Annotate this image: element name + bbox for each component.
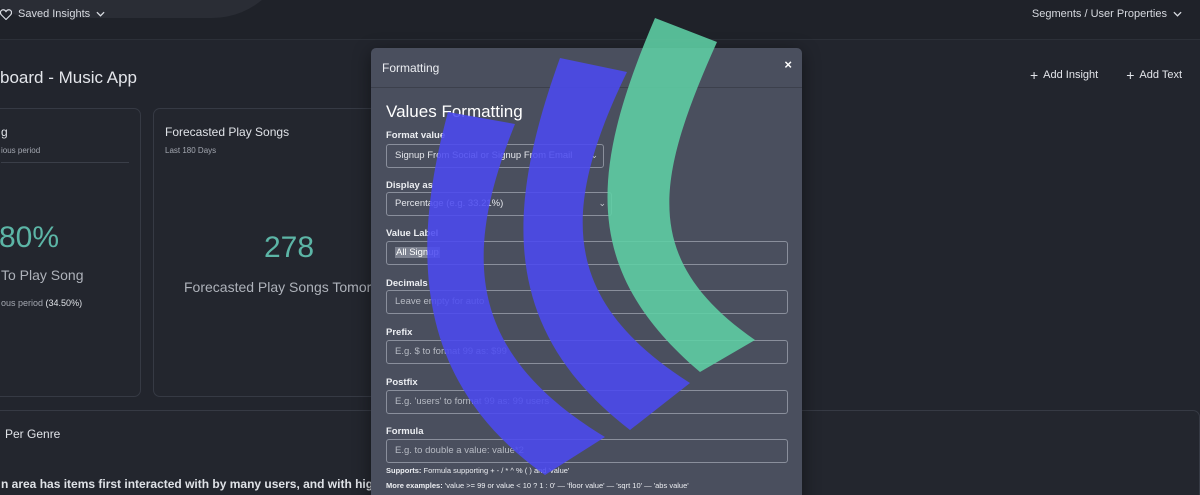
card-subtitle: Last 180 Days: [165, 146, 217, 155]
display-as-select[interactable]: Percentage (e.g. 33.21%) ⌄: [386, 192, 612, 216]
modal-header: Formatting ×: [371, 48, 802, 88]
decimals-label: Decimals: [386, 278, 428, 289]
insight-card-forecast[interactable]: Forecasted Play Songs Last 180 Days 278 …: [153, 108, 383, 397]
chevron-down-icon: ⌄: [590, 150, 598, 160]
chevron-down-icon: [96, 11, 105, 17]
card-subtitle: ious period: [1, 146, 41, 155]
format-value-label: Format value: [386, 130, 446, 141]
add-insight-label: Add Insight: [1043, 69, 1099, 81]
display-as-selected: Percentage (e.g. 33.21%): [395, 198, 504, 209]
supports-label: Supports:: [386, 466, 422, 475]
chevron-down-icon: ⌄: [598, 198, 606, 208]
plus-icon: +: [1029, 67, 1039, 83]
formula-supports-note: Supports: Formula supporting + - / * ^ %…: [386, 466, 569, 475]
examples-text: 'value >= 99 or value < 10 ? 1 : 0' — 'f…: [444, 481, 689, 490]
top-bar: Saved Insights Segments / User Propertie…: [0, 0, 1200, 40]
prefix-placeholder: E.g. $ to format 99 as: $99: [395, 346, 507, 357]
postfix-placeholder: E.g. 'users' to format 99 as: 99 users: [395, 396, 550, 407]
card-value-label: To Play Song: [1, 267, 84, 283]
saved-insights-menu[interactable]: Saved Insights: [0, 8, 105, 20]
formula-label: Formula: [386, 426, 424, 437]
display-as-label: Display as: [386, 180, 433, 191]
decimals-input[interactable]: Leave empty for auto: [386, 290, 788, 314]
decimals-placeholder: Leave empty for auto: [395, 296, 485, 307]
chevron-down-icon: [1173, 8, 1182, 20]
format-value-select[interactable]: Signup From Social or Signup From Email …: [386, 144, 604, 168]
value-label-value: All Signup: [395, 247, 440, 258]
prefix-input[interactable]: E.g. $ to format 99 as: $99: [386, 340, 788, 364]
format-value-selected: Signup From Social or Signup From Email: [395, 150, 573, 161]
add-text-button[interactable]: + Add Text: [1126, 68, 1182, 82]
segments-label: Segments / User Properties: [1031, 8, 1167, 20]
formatting-modal: Formatting × Values Formatting Format va…: [371, 48, 802, 495]
card-value: 80%: [0, 221, 60, 254]
postfix-label: Postfix: [386, 377, 418, 388]
postfix-input[interactable]: E.g. 'users' to format 99 as: 99 users: [386, 390, 788, 414]
card-value: 278: [264, 231, 315, 264]
card-divider: [1, 162, 129, 163]
dashboard-actions: + Add Insight + Add Text: [1030, 68, 1182, 82]
supports-text: Formula supporting + - / * ^ % ( ) and '…: [423, 466, 570, 475]
card-previous-period: ous period (34.50%): [1, 298, 82, 308]
card-title: g: [1, 125, 8, 139]
card-title: Forecasted Play Songs: [165, 125, 290, 139]
card-value-label: Forecasted Play Songs Tomor: [184, 279, 372, 295]
prefix-label: Prefix: [386, 327, 413, 338]
plus-icon: +: [1126, 67, 1135, 83]
formula-examples-note: More examples: 'value >= 99 or value < 1…: [386, 481, 689, 490]
value-label-input[interactable]: All Signup: [386, 241, 788, 265]
previous-period-text: ous period: [1, 298, 44, 308]
saved-insights-label: Saved Insights: [18, 8, 91, 20]
formula-input[interactable]: E.g. to double a value: value*2: [386, 439, 788, 463]
values-formatting-heading: Values Formatting: [386, 102, 523, 121]
modal-title: Formatting: [382, 61, 440, 75]
insight-card-conversion[interactable]: g ious period 80% To Play Song ous perio…: [0, 108, 141, 397]
add-text-label: Add Text: [1139, 69, 1182, 81]
card-title: Per Genre: [5, 427, 61, 441]
value-label-label: Value Label: [386, 228, 439, 239]
formula-placeholder: E.g. to double a value: value*2: [395, 445, 524, 456]
add-insight-button[interactable]: + Add Insight: [1030, 68, 1098, 82]
previous-period-value: (34.50%): [45, 298, 83, 308]
heart-icon: [0, 8, 12, 20]
close-icon[interactable]: ×: [784, 57, 792, 72]
segments-user-properties-menu[interactable]: Segments / User Properties: [1032, 8, 1182, 20]
card-description: n area has items first interacted with b…: [1, 477, 374, 491]
dashboard-title: board - Music App: [0, 68, 138, 87]
examples-label: More examples:: [386, 481, 443, 490]
